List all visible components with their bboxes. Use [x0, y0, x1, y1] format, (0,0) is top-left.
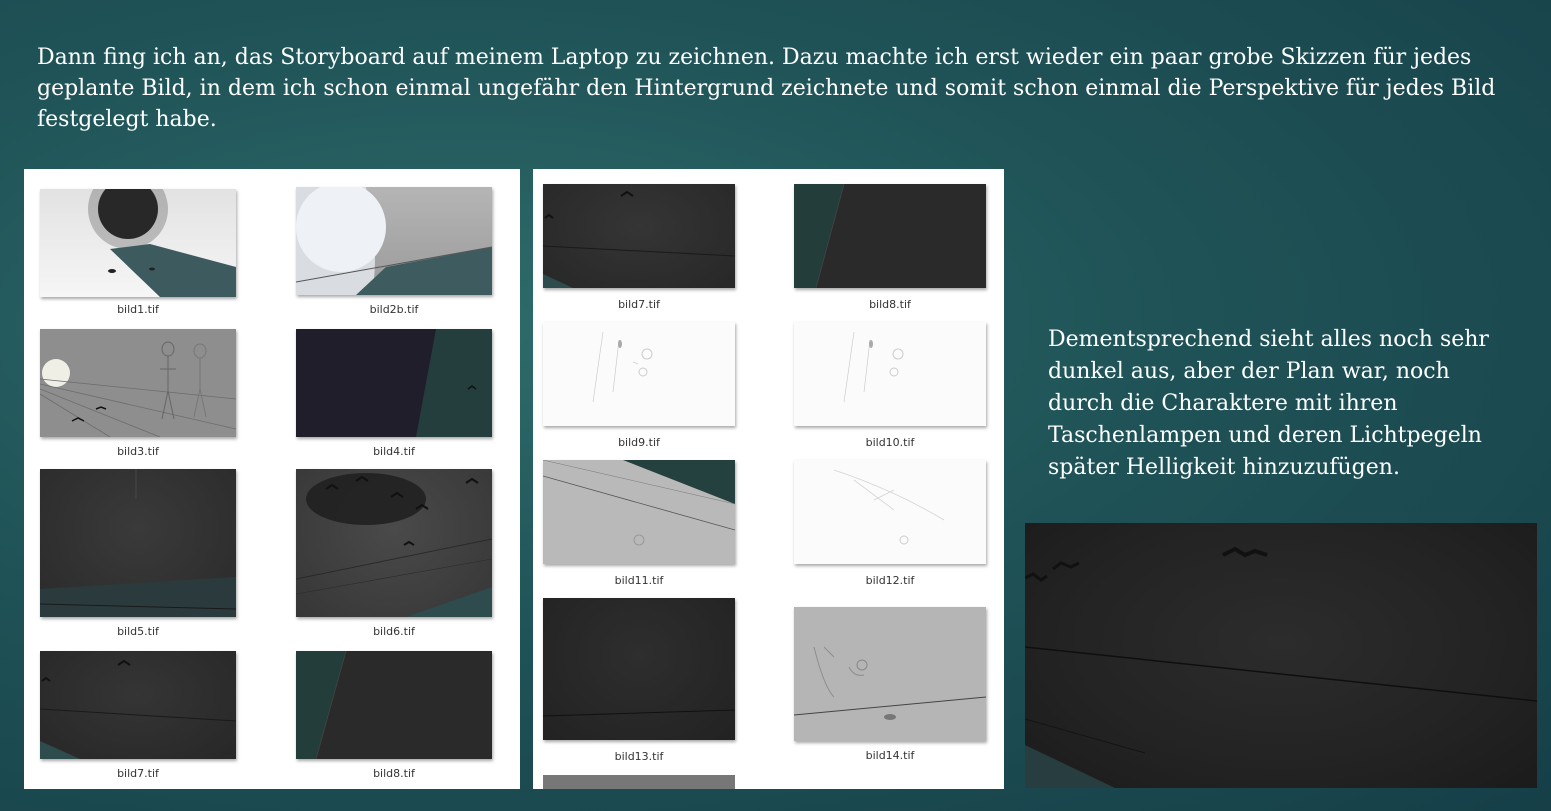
dark-ground-thumbnail: [40, 469, 236, 617]
file-name: bild10.tif: [865, 436, 915, 449]
file-thumbnail[interactable]: bild13.tif: [543, 598, 735, 768]
characters-sketch-thumbnail: [40, 329, 236, 437]
dark-slope-thumbnail: [794, 184, 986, 288]
grey-slope-thumbnail: [543, 460, 735, 564]
tunnel-sketch-thumbnail: [296, 187, 492, 295]
dark-bats-thumbnail: [543, 184, 735, 288]
file-name: bild4.tif: [373, 445, 415, 458]
dark-night-thumbnail: [296, 329, 492, 437]
file-name: bild6.tif: [373, 625, 415, 638]
file-thumbnail[interactable]: bild11.tif: [543, 460, 735, 590]
file-thumbnail[interactable]: bild6.tif: [296, 469, 492, 638]
file-name: bild9.tif: [618, 436, 660, 449]
file-name: bild14.tif: [865, 749, 915, 762]
file-thumbnail[interactable]: bild7.tif: [40, 651, 236, 781]
file-thumbnail[interactable]: bild8.tif: [296, 651, 492, 781]
file-name: bild12.tif: [865, 574, 915, 587]
file-thumbnail[interactable]: bild3.tif: [40, 329, 236, 464]
dark-thumbnail: [543, 598, 735, 740]
file-name: bild7.tif: [618, 298, 660, 311]
file-browser-left: bild1.tif bild2b.tif bild3.tif bild4.tif…: [24, 169, 520, 789]
file-name: bild7.tif: [117, 767, 159, 780]
dark-slope-thumbnail: [296, 651, 492, 759]
bat-swarm-thumbnail: [296, 469, 492, 617]
file-browser-right: bild7.tif bild8.tif bild9.tif bild10.tif…: [533, 169, 1004, 789]
file-name: bild3.tif: [117, 445, 159, 458]
dark-bats-thumbnail: [40, 651, 236, 759]
light-sketch-thumbnail: [794, 460, 986, 564]
file-name: bild1.tif: [117, 303, 159, 316]
light-sketch-thumbnail: [543, 322, 735, 426]
file-thumbnail[interactable]: bild5.tif: [40, 469, 236, 638]
file-name: bild5.tif: [117, 625, 159, 638]
file-thumbnail[interactable]: bild4.tif: [296, 329, 492, 464]
file-thumbnail[interactable]: bild8.tif: [794, 184, 986, 314]
moon-sketch-thumbnail: [40, 189, 236, 297]
side-paragraph: Dementsprechend sieht alles noch sehr du…: [1048, 327, 1489, 480]
file-name: bild11.tif: [614, 574, 664, 587]
intro-paragraph: Dann fing ich an, das Storyboard auf mei…: [37, 45, 1496, 132]
file-thumbnail[interactable]: bild9.tif: [543, 322, 735, 452]
file-thumbnail[interactable]: bild1.tif: [40, 189, 236, 324]
file-thumbnail[interactable]: bild2b.tif: [296, 187, 492, 322]
file-name: bild8.tif: [869, 298, 911, 311]
file-name: bild13.tif: [614, 750, 664, 763]
dark-bats-preview-image: [1025, 523, 1537, 788]
file-thumbnail[interactable]: bild12.tif: [794, 460, 986, 590]
grey-sketch-thumbnail: [794, 607, 986, 741]
file-name: bild8.tif: [373, 767, 415, 780]
file-thumbnail[interactable]: bild7.tif: [543, 184, 735, 314]
light-sketch-thumbnail: [794, 322, 986, 426]
file-thumbnail[interactable]: bild10.tif: [794, 322, 986, 452]
file-name: bild2b.tif: [369, 303, 419, 316]
file-thumbnail[interactable]: bild14.tif: [794, 607, 986, 767]
file-thumbnail-partial[interactable]: [543, 775, 735, 789]
